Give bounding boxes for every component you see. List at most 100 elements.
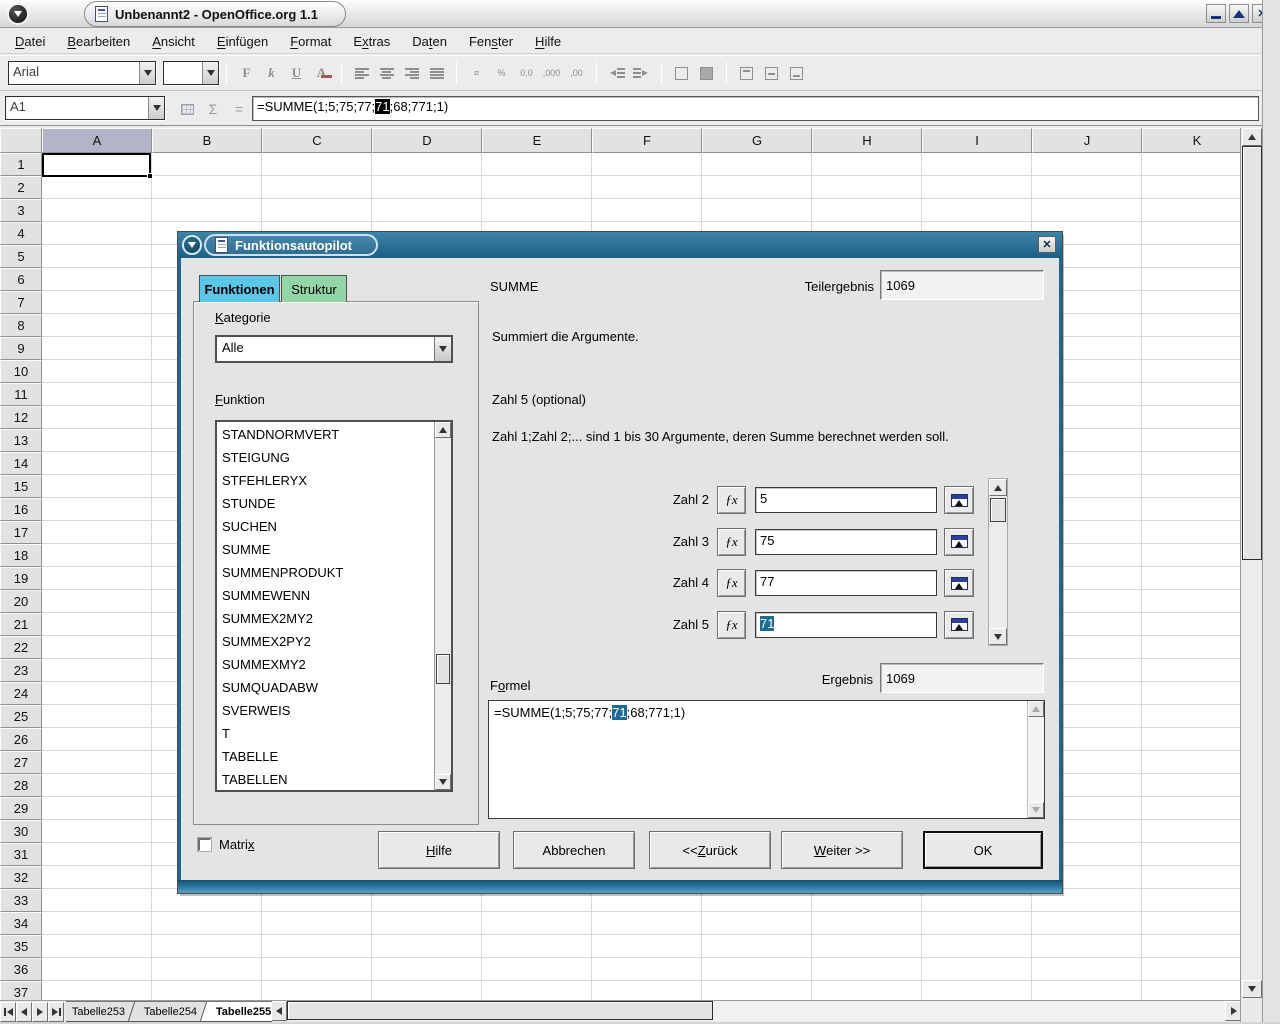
function-list-item-summe[interactable]: SUMME bbox=[217, 538, 434, 561]
row-header-24[interactable]: 24 bbox=[0, 682, 42, 705]
function-list-item-summex2py2[interactable]: SUMMEX2PY2 bbox=[217, 630, 434, 653]
grid-cell[interactable] bbox=[922, 935, 1032, 958]
font-color-button[interactable]: A bbox=[309, 60, 334, 86]
menu-item-bearbeiten[interactable]: Bearbeiten bbox=[56, 32, 141, 51]
grid-cell[interactable] bbox=[1142, 958, 1240, 981]
menu-item-daten[interactable]: Daten bbox=[401, 32, 458, 51]
grid-cell[interactable] bbox=[1142, 452, 1240, 475]
grid-cell[interactable] bbox=[592, 958, 702, 981]
grid-cell[interactable] bbox=[1142, 521, 1240, 544]
grid-cell[interactable] bbox=[702, 199, 812, 222]
grid-cell[interactable] bbox=[1142, 567, 1240, 590]
grid-cell[interactable] bbox=[1032, 981, 1142, 1000]
grid-cell[interactable] bbox=[42, 406, 152, 429]
grid-cell[interactable] bbox=[42, 958, 152, 981]
menu-item-extras[interactable]: Extras bbox=[342, 32, 401, 51]
increase-indent-button[interactable] bbox=[629, 60, 654, 86]
grid-cell[interactable] bbox=[702, 153, 812, 176]
grid-cell[interactable] bbox=[592, 912, 702, 935]
function-list-item-steigung[interactable]: STEIGUNG bbox=[217, 446, 434, 469]
scroll-down-button[interactable] bbox=[989, 628, 1007, 645]
dialog-tab-struktur[interactable]: Struktur bbox=[281, 275, 347, 302]
grid-cell[interactable] bbox=[1142, 337, 1240, 360]
standard-format-button[interactable]: 0,0 bbox=[514, 60, 539, 86]
menu-item-datei[interactable]: Datei bbox=[4, 32, 56, 51]
horizontal-scrollbar-thumb[interactable] bbox=[287, 1001, 713, 1020]
grid-cell[interactable] bbox=[922, 958, 1032, 981]
font-name-combo[interactable]: Arial bbox=[8, 61, 156, 85]
grid-cell[interactable] bbox=[812, 981, 922, 1000]
grid-cell[interactable] bbox=[42, 636, 152, 659]
grid-cell[interactable] bbox=[262, 153, 372, 176]
row-header-3[interactable]: 3 bbox=[0, 199, 42, 222]
row-header-14[interactable]: 14 bbox=[0, 452, 42, 475]
abbrechen-button[interactable]: Abbrechen bbox=[513, 831, 635, 869]
align-right-button[interactable] bbox=[399, 60, 424, 86]
row-header-4[interactable]: 4 bbox=[0, 222, 42, 245]
grid-cell[interactable] bbox=[1142, 797, 1240, 820]
grid-cell[interactable] bbox=[42, 199, 152, 222]
arguments-scrollbar[interactable] bbox=[988, 478, 1008, 646]
bold-button[interactable]: F bbox=[234, 60, 259, 86]
function-button[interactable]: = bbox=[226, 97, 252, 121]
column-header-b[interactable]: B bbox=[152, 128, 262, 153]
menu-item-format[interactable]: Format bbox=[279, 32, 342, 51]
grid-cell[interactable] bbox=[262, 935, 372, 958]
ok-button[interactable]: OK bbox=[923, 831, 1043, 869]
dialog-titlebar[interactable]: Funktionsautopilot ✕ bbox=[178, 232, 1062, 258]
grid-cell[interactable] bbox=[1142, 636, 1240, 659]
row-header-10[interactable]: 10 bbox=[0, 360, 42, 383]
row-header-13[interactable]: 13 bbox=[0, 429, 42, 452]
grid-cell[interactable] bbox=[1032, 958, 1142, 981]
row-header-18[interactable]: 18 bbox=[0, 544, 42, 567]
grid-cell[interactable] bbox=[42, 935, 152, 958]
horizontal-scrollbar[interactable] bbox=[270, 1001, 1242, 1021]
underline-button[interactable]: U bbox=[284, 60, 309, 86]
grid-cell[interactable] bbox=[482, 153, 592, 176]
function-list-item-summenprodukt[interactable]: SUMMENPRODUKT bbox=[217, 561, 434, 584]
grid-cell[interactable] bbox=[42, 521, 152, 544]
grid-cell[interactable] bbox=[1142, 820, 1240, 843]
grid-cell[interactable] bbox=[1142, 176, 1240, 199]
grid-cell[interactable] bbox=[262, 199, 372, 222]
argument-input-zahl-5[interactable]: 71 bbox=[755, 612, 937, 638]
grid-cell[interactable] bbox=[152, 958, 262, 981]
row-header-6[interactable]: 6 bbox=[0, 268, 42, 291]
column-header-c[interactable]: C bbox=[262, 128, 372, 153]
function-list[interactable]: STANDNORMVERTSTEIGUNGSTFEHLERYXSTUNDESUC… bbox=[215, 420, 453, 792]
row-header-1[interactable]: 1 bbox=[0, 153, 42, 176]
function-list-item-stfehleryx[interactable]: STFEHLERYX bbox=[217, 469, 434, 492]
row-header-20[interactable]: 20 bbox=[0, 590, 42, 613]
column-header-h[interactable]: H bbox=[812, 128, 922, 153]
grid-cell[interactable] bbox=[1032, 912, 1142, 935]
grid-cell[interactable] bbox=[42, 176, 152, 199]
grid-cell[interactable] bbox=[1142, 912, 1240, 935]
row-header-27[interactable]: 27 bbox=[0, 751, 42, 774]
grid-cell[interactable] bbox=[42, 590, 152, 613]
grid-cell[interactable] bbox=[372, 176, 482, 199]
grid-cell[interactable] bbox=[1142, 291, 1240, 314]
function-wizard-button[interactable] bbox=[174, 97, 200, 121]
function-list-item-summexmy2[interactable]: SUMMEXMY2 bbox=[217, 653, 434, 676]
grid-cell[interactable] bbox=[152, 981, 262, 1000]
minimize-button[interactable] bbox=[1206, 4, 1226, 23]
grid-cell[interactable] bbox=[42, 981, 152, 1000]
grid-cell[interactable] bbox=[592, 153, 702, 176]
percent-format-button[interactable]: % bbox=[489, 60, 514, 86]
fill-handle[interactable] bbox=[147, 173, 153, 179]
grid-cell[interactable] bbox=[152, 176, 262, 199]
function-list-item-summewenn[interactable]: SUMMEWENN bbox=[217, 584, 434, 607]
vertical-scrollbar-thumb[interactable] bbox=[1242, 146, 1262, 560]
column-header-g[interactable]: G bbox=[702, 128, 812, 153]
grid-cell[interactable] bbox=[702, 935, 812, 958]
grid-cell[interactable] bbox=[592, 981, 702, 1000]
dialog-close-button[interactable]: ✕ bbox=[1038, 236, 1056, 253]
function-list-item-tabelle[interactable]: TABELLE bbox=[217, 745, 434, 768]
align-center-button[interactable] bbox=[374, 60, 399, 86]
grid-cell[interactable] bbox=[1142, 199, 1240, 222]
dialog-menu-button[interactable] bbox=[182, 235, 202, 255]
grid-cell[interactable] bbox=[372, 153, 482, 176]
grid-cell[interactable] bbox=[922, 199, 1032, 222]
argument-fx-button[interactable]: ƒx bbox=[717, 486, 746, 514]
grid-cell[interactable] bbox=[152, 912, 262, 935]
